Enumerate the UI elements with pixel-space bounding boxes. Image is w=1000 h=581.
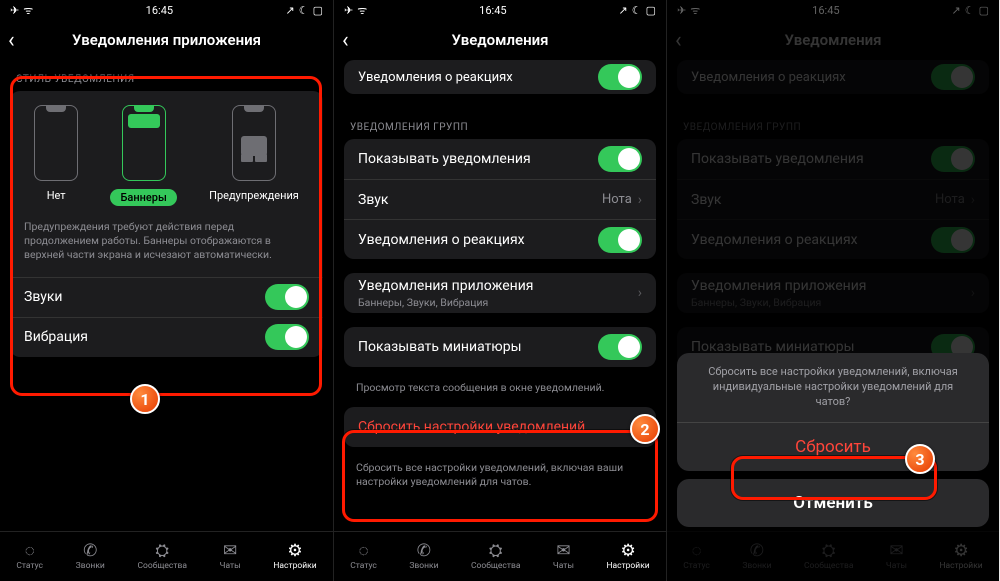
wifi-icon: ᯤ: [357, 3, 367, 18]
sounds-toggle[interactable]: [265, 284, 309, 310]
status-time: 16:45: [146, 4, 173, 17]
sounds-label: Звуки: [24, 289, 63, 305]
tab-settings[interactable]: ⚙Настройки: [273, 543, 316, 571]
status-icon: ◌: [359, 543, 369, 560]
show-notifications-toggle[interactable]: [598, 146, 642, 172]
screen-1: ✈ ᯤ 16:45 ↗ ☾ ▢ ‹ Уведомления приложения СТ…: [0, 0, 333, 581]
chats-icon: ✉: [223, 543, 237, 560]
navbar: ‹ Уведомления приложения: [0, 20, 333, 60]
chats-icon: ✉: [556, 543, 570, 560]
sheet-message: Сбросить все настройки уведомлений, вклю…: [677, 353, 989, 423]
page-title: Уведомления приложения: [0, 31, 333, 49]
status-time: 16:45: [479, 4, 506, 17]
style-alerts-label: Предупреждения: [209, 189, 299, 202]
battery-icon: ▢: [646, 4, 656, 17]
section-groups-header: УВЕДОМЛЕНИЯ ГРУПП: [334, 108, 666, 139]
app-notifications-card[interactable]: Уведомления приложения Баннеры, Звуки, В…: [344, 273, 656, 313]
show-thumbnails-toggle[interactable]: [598, 334, 642, 360]
style-option-none[interactable]: Нет: [34, 105, 78, 206]
row-show-thumbnails[interactable]: Показывать миниатюры: [344, 327, 656, 367]
tab-chats[interactable]: ✉Чаты: [220, 543, 241, 571]
style-banners-label: Баннеры: [110, 189, 176, 206]
style-none-label: Нет: [47, 189, 66, 202]
tab-bar: ◌Статус ✆Звонки ⛭Сообщества ✉Чаты ⚙Настр…: [0, 531, 333, 581]
tab-communities[interactable]: ⛭Сообщества: [471, 543, 520, 571]
sound-value: Нота: [602, 192, 632, 207]
section-style-header: СТИЛЬ УВЕДОМЛЕНИЯ: [0, 60, 333, 91]
group-notifications-card: Показывать уведомления Звук Нота› Уведом…: [344, 139, 656, 259]
tab-settings[interactable]: ⚙Настройки: [606, 543, 649, 571]
tab-communities[interactable]: ⛭Сообщества: [137, 543, 186, 571]
action-sheet: Сбросить все настройки уведомлений, вклю…: [677, 353, 989, 527]
dnd-icon: ↗: [285, 4, 294, 17]
vibration-toggle[interactable]: [265, 324, 309, 350]
page-title: Уведомления: [334, 31, 666, 49]
status-bar: ✈ ᯤ 16:45 ↗ ☾ ▢: [0, 0, 333, 20]
row-sounds[interactable]: Звуки: [10, 277, 323, 317]
tab-calls[interactable]: ✆Звонки: [409, 543, 438, 571]
wifi-icon: ᯤ: [23, 3, 33, 18]
tab-calls[interactable]: ✆Звонки: [76, 543, 105, 571]
row-reactions-partial[interactable]: Уведомления о реакциях: [344, 60, 656, 94]
reset-button[interactable]: Сбросить настройки уведомлений: [344, 407, 656, 447]
reset-footnote: Сбросить все настройки уведомлений, вклю…: [334, 461, 666, 501]
style-option-banners[interactable]: Баннеры: [110, 105, 176, 206]
status-icon: ◌: [25, 543, 35, 560]
status-bar: ✈ ᯤ 16:45 ↗ ☾ ▢: [334, 0, 666, 20]
reaction-notifications-toggle[interactable]: [598, 227, 642, 253]
moon-icon: ☾: [632, 4, 642, 17]
thumbnails-footnote: Просмотр текста сообщения в окне уведомл…: [334, 381, 666, 407]
row-show-notifications[interactable]: Показывать уведомления: [344, 139, 656, 179]
communities-icon: ⛭: [489, 543, 503, 560]
calls-icon: ✆: [83, 543, 97, 560]
navbar: ‹ Уведомления: [334, 20, 666, 60]
airplane-icon: ✈: [10, 4, 19, 17]
reset-card[interactable]: Сбросить настройки уведомлений: [344, 407, 656, 447]
settings-icon: ⚙: [287, 543, 302, 560]
reactions-partial-label: Уведомления о реакциях: [358, 70, 513, 85]
back-button[interactable]: ‹: [342, 28, 349, 53]
tab-status[interactable]: ◌Статус: [350, 543, 377, 571]
tab-bar: ◌Статус ✆Звонки ⛭Сообщества ✉Чаты ⚙Настр…: [334, 531, 666, 581]
reactions-partial-toggle[interactable]: [598, 64, 642, 90]
airplane-icon: ✈: [344, 4, 353, 17]
moon-icon: ☾: [299, 4, 309, 17]
dnd-icon: ↗: [618, 4, 627, 17]
back-button[interactable]: ‹: [8, 28, 15, 53]
battery-icon: ▢: [313, 4, 323, 17]
row-sound[interactable]: Звук Нота›: [344, 179, 656, 219]
top-partial-card: Уведомления о реакциях: [344, 60, 656, 94]
calls-icon: ✆: [417, 543, 431, 560]
row-vibration[interactable]: Вибрация: [10, 317, 323, 357]
sheet-reset-button[interactable]: Сбросить: [677, 423, 989, 471]
screen-3: ✈ᯤ 16:45 ↗☾▢ ‹ Уведомления Уведомления о…: [666, 0, 999, 581]
vibration-label: Вибрация: [24, 329, 88, 345]
thumbnails-card: Показывать миниатюры: [344, 327, 656, 367]
chevron-right-icon: ›: [638, 192, 642, 208]
row-reaction-notifications[interactable]: Уведомления о реакциях: [344, 219, 656, 259]
chevron-right-icon: ›: [638, 285, 642, 301]
style-option-alerts[interactable]: Предупреждения: [209, 105, 299, 206]
tab-status[interactable]: ◌Статус: [16, 543, 43, 571]
sheet-cancel-button[interactable]: Отменить: [677, 479, 989, 527]
screen-2: ✈ ᯤ 16:45 ↗ ☾ ▢ ‹ Уведомления Уведомления о…: [333, 0, 666, 581]
style-card: Нет Баннеры Предупреждения Предупреждени…: [10, 91, 323, 357]
communities-icon: ⛭: [155, 543, 169, 560]
style-description: Предупреждения требуют действия перед пр…: [10, 216, 323, 277]
tab-chats[interactable]: ✉Чаты: [553, 543, 574, 571]
settings-icon: ⚙: [620, 543, 635, 560]
